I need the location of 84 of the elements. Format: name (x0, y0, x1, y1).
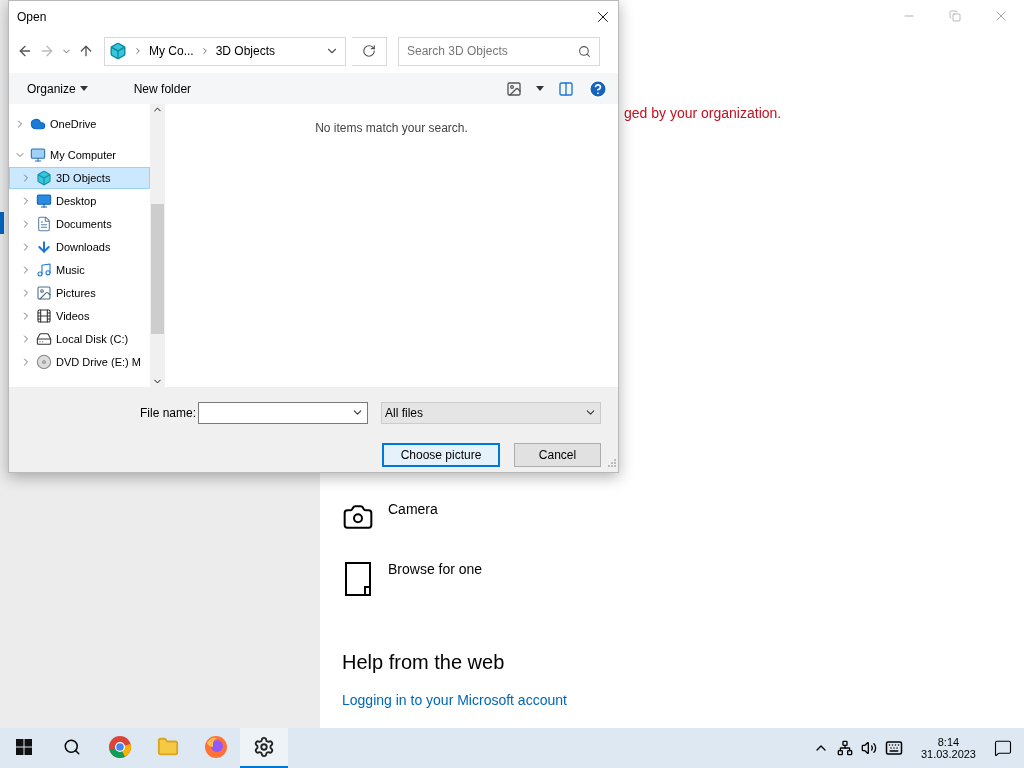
tree-item-label: Desktop (56, 195, 97, 207)
firefox-logo-icon (204, 735, 228, 759)
tree-item-label: OneDrive (50, 118, 97, 130)
refresh-icon (362, 44, 376, 58)
organize-button[interactable]: Organize (19, 77, 96, 100)
tree-item-label: 3D Objects (56, 172, 111, 184)
taskbar-app[interactable] (240, 728, 288, 768)
scrollbar[interactable] (150, 104, 165, 387)
folder-icon (157, 736, 179, 758)
gear-icon (253, 736, 275, 758)
drive-icon (36, 331, 52, 347)
empty-message: No items match your search. (315, 121, 468, 135)
network-icon[interactable] (836, 740, 853, 756)
tree-item-label: Videos (56, 310, 90, 322)
chrome-logo-icon (108, 735, 132, 759)
selection-indicator (0, 212, 4, 234)
caret-icon (79, 86, 88, 91)
tablet-icon[interactable] (342, 561, 374, 597)
cube-icon (36, 170, 52, 186)
tree-item[interactable]: Desktop (9, 190, 150, 212)
tree-item-label: My Computer (50, 149, 117, 161)
tree-item-label: Documents (56, 218, 112, 230)
forward-button[interactable] (39, 43, 55, 59)
search-icon (63, 738, 81, 756)
file-name-field[interactable] (198, 401, 368, 424)
separator-icon (133, 46, 143, 56)
dialog-button[interactable]: Choose picture (382, 442, 500, 467)
dialog-button[interactable]: Cancel (514, 442, 601, 467)
windows-logo-icon (16, 739, 32, 755)
cube-icon (109, 42, 127, 60)
scroll-thumb[interactable] (151, 204, 164, 334)
option-label[interactable]: Browse for one (388, 561, 483, 577)
music-note-icon (36, 262, 52, 278)
tree-item[interactable]: My Computer (9, 144, 150, 166)
refresh-button[interactable] (352, 36, 387, 66)
volume-icon[interactable] (860, 740, 877, 756)
resize-grip-icon[interactable] (608, 456, 616, 470)
help-link[interactable]: Logging in to your Microsoft account (342, 692, 567, 708)
dialog-title: Open (17, 10, 47, 24)
cloud-icon (30, 116, 46, 132)
download-icon (36, 239, 52, 255)
disc-icon (36, 354, 52, 370)
tree-item-label: Music (56, 264, 85, 276)
file-type-dropdown[interactable]: All files (381, 401, 601, 424)
tree-item[interactable]: Downloads (9, 236, 150, 258)
tree-item[interactable]: Local Disk (C:) (9, 328, 150, 350)
up-button[interactable] (78, 43, 94, 59)
preview-pane-icon[interactable] (558, 80, 574, 97)
film-icon (36, 308, 52, 324)
warning-text: ged by your organization. (624, 105, 783, 121)
new-folder-button[interactable]: New folder (125, 77, 200, 100)
tree-item[interactable]: 3D Objects (9, 167, 150, 189)
back-button[interactable] (17, 43, 33, 59)
keyboard-icon[interactable] (884, 739, 903, 757)
picture-icon (36, 285, 52, 301)
address-bar[interactable]: My Co... 3D Objects (104, 36, 346, 66)
view-icon[interactable] (506, 80, 522, 97)
tree-item[interactable]: Videos (9, 305, 150, 327)
tree-item[interactable]: Documents (9, 213, 150, 235)
search-icon (578, 44, 591, 58)
tree-item-label: DVD Drive (E:) M (56, 356, 141, 368)
tree-item[interactable]: OneDrive (9, 113, 150, 135)
help-icon[interactable] (588, 78, 608, 99)
tree-item-label: Downloads (56, 241, 111, 253)
clock[interactable]: 8:14 31.03.2023 (920, 736, 976, 760)
tree-item[interactable]: DVD Drive (E:) M (9, 351, 150, 373)
date-text: 31.03.2023 (920, 748, 976, 760)
breadcrumb[interactable]: My Co... (149, 44, 194, 58)
section-title: Help from the web (342, 651, 506, 674)
breadcrumb[interactable]: 3D Objects (215, 44, 276, 58)
time-text: 8:14 (937, 736, 960, 748)
file-name-label: File name: (139, 405, 196, 420)
monitor-icon (30, 147, 46, 163)
tree-item-label: Local Disk (C:) (56, 333, 129, 345)
restore-icon (949, 10, 961, 22)
tree-item[interactable]: Pictures (9, 282, 150, 304)
tree-item[interactable]: Music (9, 259, 150, 281)
monitor-icon (36, 193, 52, 209)
search-field[interactable]: Search 3D Objects (398, 36, 600, 66)
caret-icon[interactable] (536, 86, 544, 91)
document-icon (36, 216, 52, 232)
option-label[interactable]: Camera (388, 501, 438, 517)
tree-item-label: Pictures (56, 287, 96, 299)
notification-icon[interactable] (994, 739, 1012, 757)
